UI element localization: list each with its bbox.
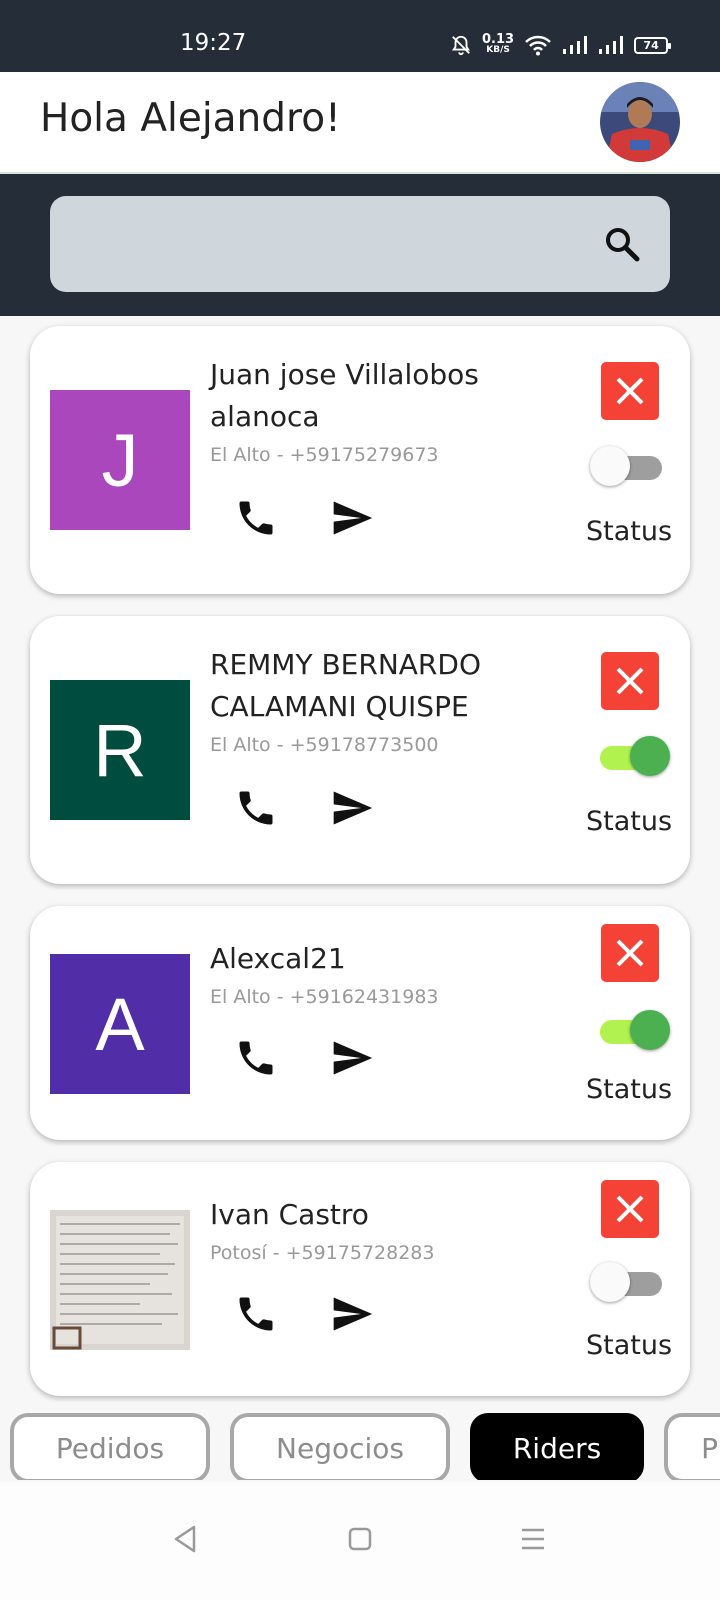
status-time: 19:27 xyxy=(180,30,247,56)
wifi-icon xyxy=(525,35,551,56)
battery-icon: 74 xyxy=(634,36,672,54)
rider-card[interactable]: A Alexcal21 El Alto - +59162431983 Statu… xyxy=(30,906,690,1140)
signal-icon xyxy=(599,36,624,54)
rider-name: REMMY BERNARDO CALAMANI QUISPE xyxy=(210,648,481,723)
net-speed-unit: KB/S xyxy=(486,45,510,55)
menu-icon[interactable] xyxy=(520,1527,546,1551)
rider-name: Alexcal21 xyxy=(210,942,346,975)
rider-card[interactable]: R REMMY BERNARDO CALAMANI QUISPE El Alto… xyxy=(30,616,690,884)
rider-photo-tile xyxy=(50,1210,190,1350)
category-tabs: Pedidos Negocios Riders P xyxy=(0,1400,720,1480)
rider-name: Ivan Castro xyxy=(210,1198,369,1231)
status-toggle[interactable] xyxy=(590,734,670,778)
signal-icon xyxy=(563,36,588,54)
rider-location-phone: El Alto - +59162431983 xyxy=(210,986,439,1008)
toggle-knob xyxy=(590,1262,630,1302)
rider-initial: R xyxy=(93,708,147,792)
net-speed-value: 0.13 xyxy=(482,32,515,47)
rider-location-phone: El Alto - +59178773500 xyxy=(210,734,439,756)
rider-initial-tile: J xyxy=(50,390,190,530)
bell-muted-icon xyxy=(451,35,471,56)
rider-location-phone: Potosí - +59175728283 xyxy=(210,1242,435,1264)
status-bar: 19:27 0.13 KB/S 74 xyxy=(0,0,720,72)
status-label: Status xyxy=(586,516,673,547)
net-speed: 0.13 KB/S xyxy=(482,32,515,56)
rider-card[interactable]: Ivan Castro Potosí - +59175728283 Status xyxy=(30,1162,690,1396)
app-header: Hola Alejandro! xyxy=(0,72,720,174)
delete-button[interactable] xyxy=(601,362,659,420)
status-label: Status xyxy=(586,1330,673,1361)
close-icon xyxy=(616,667,644,695)
status-toggle[interactable] xyxy=(590,444,670,488)
tab-pedidos[interactable]: Pedidos xyxy=(10,1413,210,1480)
back-icon[interactable] xyxy=(172,1524,198,1554)
home-icon[interactable] xyxy=(348,1527,372,1551)
avatar[interactable] xyxy=(600,82,680,162)
tab-negocios[interactable]: Negocios xyxy=(230,1413,450,1480)
system-nav-bar xyxy=(0,1482,720,1600)
status-icons: 0.13 KB/S 74 xyxy=(450,30,672,60)
search-section xyxy=(0,174,720,316)
search-input[interactable] xyxy=(50,196,670,292)
rider-initial: J xyxy=(101,418,139,502)
close-icon xyxy=(616,939,644,967)
status-label: Status xyxy=(586,1074,673,1105)
phone-icon[interactable] xyxy=(234,496,278,540)
send-icon[interactable] xyxy=(330,1036,374,1080)
send-icon[interactable] xyxy=(330,496,374,540)
tab-riders[interactable]: Riders xyxy=(470,1413,644,1480)
rider-initial: A xyxy=(95,982,145,1066)
status-toggle[interactable] xyxy=(590,1260,670,1304)
delete-button[interactable] xyxy=(601,924,659,982)
document-photo xyxy=(50,1210,190,1350)
close-icon xyxy=(616,377,644,405)
rider-initial-tile: R xyxy=(50,680,190,820)
search-icon[interactable] xyxy=(602,224,642,264)
status-toggle[interactable] xyxy=(590,1008,670,1052)
send-icon[interactable] xyxy=(330,786,374,830)
phone-icon[interactable] xyxy=(234,1292,278,1336)
toggle-knob xyxy=(630,1010,670,1050)
avatar-photo xyxy=(600,82,680,162)
close-icon xyxy=(616,1195,644,1223)
delete-button[interactable] xyxy=(601,652,659,710)
send-icon[interactable] xyxy=(330,1292,374,1336)
toggle-knob xyxy=(590,446,630,486)
greeting-title: Hola Alejandro! xyxy=(40,96,341,141)
phone-icon[interactable] xyxy=(234,1036,278,1080)
toggle-knob xyxy=(630,736,670,776)
tab-partial[interactable]: P xyxy=(664,1413,720,1480)
phone-icon[interactable] xyxy=(234,786,278,830)
status-label: Status xyxy=(586,806,673,837)
rider-location-phone: El Alto - +59175279673 xyxy=(210,444,439,466)
rider-name: Juan jose Villalobos alanoca xyxy=(210,358,479,433)
rider-initial-tile: A xyxy=(50,954,190,1094)
rider-card[interactable]: J Juan jose Villalobos alanoca El Alto -… xyxy=(30,326,690,594)
delete-button[interactable] xyxy=(601,1180,659,1238)
